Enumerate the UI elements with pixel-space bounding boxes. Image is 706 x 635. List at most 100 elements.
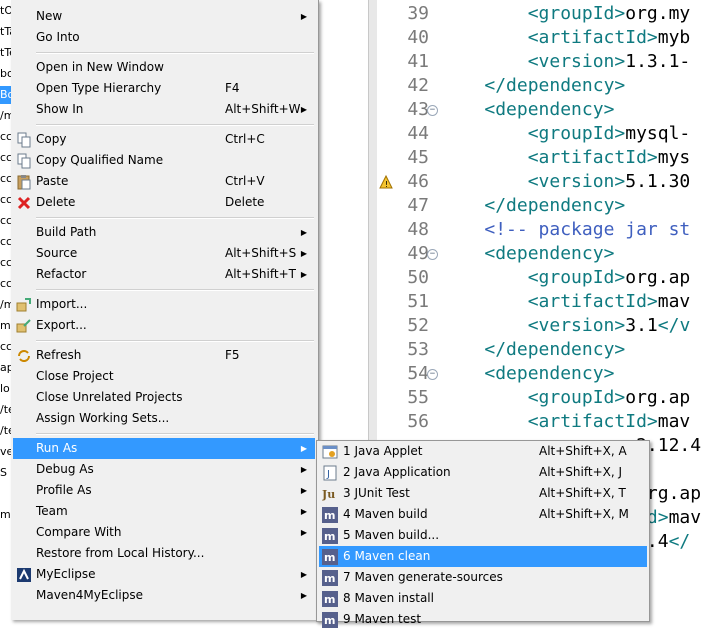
run-as-item-4-maven-build[interactable]: m 4 Maven build Alt+Shift+X, M: [319, 504, 647, 525]
submenu-item-label: 4 Maven build: [343, 507, 428, 521]
copy-icon: [16, 153, 32, 169]
menu-item-new[interactable]: New ▶: [13, 6, 315, 27]
run-as-item-8-maven-install[interactable]: m 8 Maven install: [319, 588, 647, 609]
menu-item-label: Refactor: [36, 267, 87, 281]
menu-item-label: Debug As: [36, 462, 94, 476]
code-text: <version>5.1.30: [441, 170, 691, 194]
run-as-submenu: 1 Java Applet Alt+Shift+X, A J 2 Java Appli…: [316, 440, 650, 628]
menu-item-label: Open Type Hierarchy: [36, 81, 162, 95]
submenu-arrow-icon: ▶: [300, 105, 307, 114]
run-as-item-6-maven-clean[interactable]: m 6 Maven clean: [319, 546, 647, 567]
submenu-arrow-icon: ▶: [300, 507, 307, 516]
menu-item-go-into[interactable]: Go Into: [13, 27, 315, 48]
menu-item-debug-as[interactable]: Debug As ▶: [13, 459, 315, 480]
code-token: <groupId>: [527, 387, 626, 408]
code-text: </dependency>: [441, 74, 625, 98]
code-line: 54− <dependency>: [397, 362, 706, 386]
menu-item-compare-with[interactable]: Compare With ▶: [13, 522, 315, 543]
code-line: 41 <version>1.3.1-: [397, 50, 706, 74]
run-as-item-2-java-application[interactable]: J 2 Java Application Alt+Shift+X, J: [319, 462, 647, 483]
menu-item-copy[interactable]: Copy Ctrl+C: [13, 129, 315, 150]
menu-item-profile-as[interactable]: Profile As ▶: [13, 480, 315, 501]
code-text: <groupId>org.ap: [441, 266, 691, 290]
menu-item-label: Paste: [36, 174, 69, 188]
code-line: 55 <groupId>org.ap: [397, 386, 706, 410]
menu-item-label: Export...: [36, 318, 87, 332]
menu-item-delete[interactable]: Delete Delete: [13, 192, 315, 213]
line-number: 48: [407, 219, 429, 240]
menu-item-maven4myeclipse[interactable]: Maven4MyEclipse ▶: [13, 585, 315, 606]
menu-item-label: Restore from Local History...: [36, 546, 205, 560]
code-token: </dependency>: [484, 75, 626, 96]
menu-item-open-in-new-window[interactable]: Open in New Window: [13, 57, 315, 78]
menu-item-assign-working-sets[interactable]: Assign Working Sets...: [13, 408, 315, 429]
code-text: <dependency>: [441, 98, 614, 122]
java-application-icon: J: [322, 465, 338, 481]
line-number: 43: [407, 99, 429, 120]
menu-item-open-type-hierarchy[interactable]: Open Type Hierarchy F4: [13, 78, 315, 99]
menu-separator: [36, 340, 314, 342]
code-line: 53 </dependency>: [397, 338, 706, 362]
menu-item-build-path[interactable]: Build Path ▶: [13, 222, 315, 243]
menu-item-source[interactable]: Source Alt+Shift+S ▶: [13, 243, 315, 264]
submenu-item-label: 1 Java Applet: [343, 444, 423, 458]
code-line: 42 </dependency>: [397, 74, 706, 98]
warning-icon[interactable]: !: [379, 174, 393, 189]
menu-item-export[interactable]: Export...: [13, 315, 315, 336]
menu-separator: [36, 217, 314, 219]
maven-icon: m: [322, 570, 338, 586]
menu-item-shortcut: Ctrl+V: [225, 174, 265, 188]
run-as-item-5-maven-build[interactable]: m 5 Maven build...: [319, 525, 647, 546]
menu-item-copy-qualified-name[interactable]: Copy Qualified Name: [13, 150, 315, 171]
menu-item-close-project[interactable]: Close Project: [13, 366, 315, 387]
menu-item-paste[interactable]: Paste Ctrl+V: [13, 171, 315, 192]
submenu-item-label: 5 Maven build...: [343, 528, 440, 542]
menu-item-refactor[interactable]: Refactor Alt+Shift+T ▶: [13, 264, 315, 285]
code-token: </v: [657, 315, 691, 336]
menu-item-label: Compare With: [36, 525, 122, 539]
myeclipse-icon: [16, 567, 32, 583]
submenu-item-label: 2 Java Application: [343, 465, 451, 479]
fold-toggle-icon[interactable]: −: [427, 249, 438, 260]
menu-item-run-as[interactable]: Run As ▶: [13, 438, 315, 459]
code-text: <version>1.3.1-: [441, 50, 691, 74]
submenu-arrow-icon: ▶: [300, 270, 307, 279]
menu-separator: [36, 124, 314, 126]
fold-toggle-icon[interactable]: −: [427, 369, 438, 380]
maven-icon: m: [322, 507, 338, 523]
run-as-item-3-junit-test[interactable]: Ju 3 JUnit Test Alt+Shift+X, T: [319, 483, 647, 504]
line-number: 42: [407, 75, 429, 96]
menu-item-label: Build Path: [36, 225, 97, 239]
code-line: 39 <groupId>org.my: [397, 2, 706, 26]
code-text: <groupId>mysql-: [441, 122, 691, 146]
menu-item-restore-from-local-history[interactable]: Restore from Local History...: [13, 543, 315, 564]
submenu-arrow-icon: ▶: [300, 591, 307, 600]
menu-item-team[interactable]: Team ▶: [13, 501, 315, 522]
menu-item-show-in[interactable]: Show In Alt+Shift+W ▶: [13, 99, 315, 120]
fold-toggle-icon[interactable]: −: [427, 105, 438, 116]
code-line: 50 <groupId>org.ap: [397, 266, 706, 290]
svg-text:J: J: [326, 469, 330, 480]
code-token: 1.3.1-: [625, 51, 691, 72]
menu-item-import[interactable]: Import...: [13, 294, 315, 315]
code-line: 40 <artifactId>myb: [397, 26, 706, 50]
run-as-item-7-maven-generate-sources[interactable]: m 7 Maven generate-sources: [319, 567, 647, 588]
submenu-arrow-icon: ▶: [300, 228, 307, 237]
run-as-item-1-java-applet[interactable]: 1 Java Applet Alt+Shift+X, A: [319, 441, 647, 462]
menu-item-myeclipse[interactable]: MyEclipse ▶: [13, 564, 315, 585]
code-text: <artifactId>mys: [441, 146, 691, 170]
menu-item-refresh[interactable]: Refresh F5: [13, 345, 315, 366]
code-line: 43− <dependency>: [397, 98, 706, 122]
code-token: mys: [657, 147, 691, 168]
svg-text:m: m: [324, 593, 335, 606]
menu-item-close-unrelated-projects[interactable]: Close Unrelated Projects: [13, 387, 315, 408]
line-number: 56: [407, 411, 429, 432]
maven-icon: m: [322, 591, 338, 607]
